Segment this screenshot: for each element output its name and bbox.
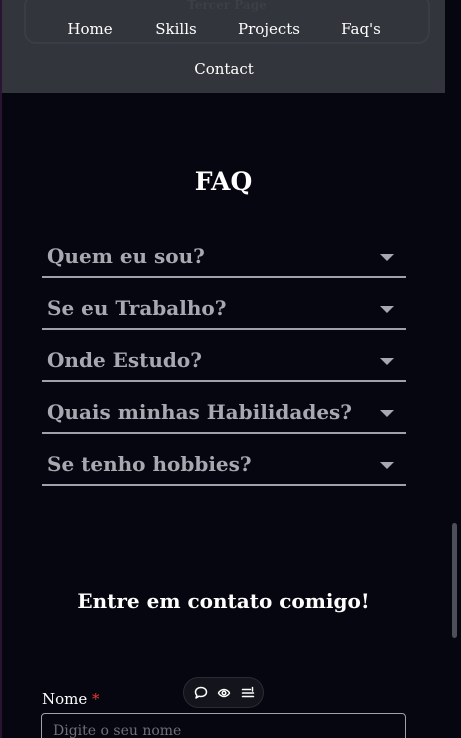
faq-title: FAQ xyxy=(194,167,253,196)
nav-link-home[interactable]: Home xyxy=(67,20,112,38)
faq-item[interactable]: Se eu Trabalho? xyxy=(42,294,406,330)
scrollbar-thumb[interactable] xyxy=(452,523,457,638)
nav-link-projects[interactable]: Projects xyxy=(238,20,300,38)
faq-item[interactable]: Onde Estudo? xyxy=(42,346,406,382)
nav-link-contact[interactable]: Contact xyxy=(194,60,254,78)
faq-question: Onde Estudo? xyxy=(47,348,202,372)
faq-item[interactable]: Se tenho hobbies? xyxy=(42,450,406,486)
faq-item[interactable]: Quem eu sou? xyxy=(42,242,406,278)
nav-link-faqs[interactable]: Faq's xyxy=(341,20,381,38)
view-icon[interactable] xyxy=(216,685,232,701)
comment-icon[interactable] xyxy=(193,685,209,701)
faq-question: Se tenho hobbies? xyxy=(47,452,252,476)
chevron-down-icon xyxy=(380,410,394,417)
name-label-text: Nome xyxy=(42,690,88,708)
faq-question: Quem eu sou? xyxy=(47,244,205,268)
top-navbar: Tercer Page Home Skills Projects Faq's C… xyxy=(2,0,445,93)
faq-question: Quais minhas Habilidades? xyxy=(47,400,353,424)
window-edge xyxy=(0,0,2,738)
name-input[interactable] xyxy=(41,713,406,738)
faq-item[interactable]: Quais minhas Habilidades? xyxy=(42,398,406,434)
chevron-down-icon xyxy=(380,358,394,365)
contact-title: Entre em contato comigo! xyxy=(77,589,370,613)
chevron-down-icon xyxy=(380,306,394,313)
floating-toolbar xyxy=(183,677,264,708)
navbar-ghost-label: Tercer Page xyxy=(187,0,267,12)
name-field-label: Nome * xyxy=(42,690,100,708)
page: Tercer Page Home Skills Projects Faq's C… xyxy=(0,0,461,738)
chevron-down-icon xyxy=(380,254,394,261)
chevron-down-icon xyxy=(380,462,394,469)
nav-link-skills[interactable]: Skills xyxy=(155,20,196,38)
required-marker: * xyxy=(92,690,100,708)
faq-question: Se eu Trabalho? xyxy=(47,296,227,320)
menu-icon[interactable] xyxy=(240,685,256,701)
